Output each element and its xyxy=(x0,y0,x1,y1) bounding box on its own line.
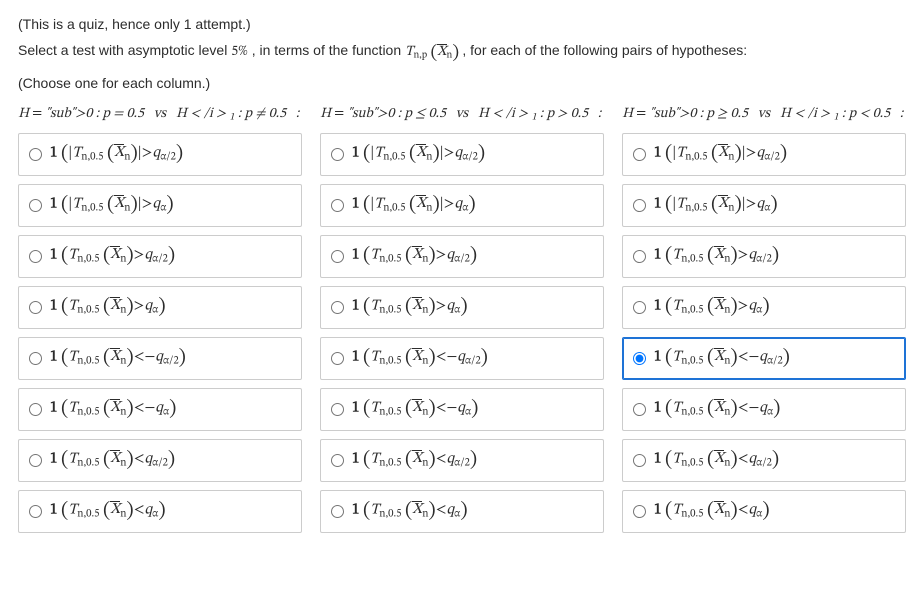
option-formula: 1 (|Tn,0.5 (Xn)|>qα) xyxy=(50,193,174,218)
option-c3-2[interactable]: 1 (Tn,0.5 (Xn)>qα/2) xyxy=(622,235,906,278)
option-formula: 1 (Tn,0.5 (Xn)<qα) xyxy=(654,499,770,524)
option-radio[interactable] xyxy=(331,403,344,416)
prompt-sep: , xyxy=(462,42,470,58)
option-radio[interactable] xyxy=(331,250,344,263)
option-formula: 1 (Tn,0.5 (Xn)<−qα/2) xyxy=(50,346,186,371)
option-c3-3[interactable]: 1 (Tn,0.5 (Xn)>qα) xyxy=(622,286,906,329)
option-c1-0[interactable]: 1 (|Tn,0.5 (Xn)|>qα/2) xyxy=(18,133,302,176)
option-c2-2[interactable]: 1 (Tn,0.5 (Xn)>qα/2) xyxy=(320,235,604,278)
option-radio[interactable] xyxy=(29,148,42,161)
option-radio[interactable] xyxy=(633,505,646,518)
option-formula: 1 (|Tn,0.5 (Xn)|>qα) xyxy=(352,193,476,218)
column-header: H = "sub">0 : p = 0.5 vs H < /i > 1 : p … xyxy=(18,105,302,125)
option-formula: 1 (Tn,0.5 (Xn)>qα/2) xyxy=(50,244,175,269)
option-formula: 1 (Tn,0.5 (Xn)>qα) xyxy=(50,295,166,320)
option-radio[interactable] xyxy=(633,403,646,416)
option-formula: 1 (Tn,0.5 (Xn)<qα) xyxy=(352,499,468,524)
option-formula: 1 (|Tn,0.5 (Xn)|>qα/2) xyxy=(352,142,485,167)
quiz-prompt: Select a test with asymptotic level 5% ,… xyxy=(18,42,906,65)
option-formula: 1 (Tn,0.5 (Xn)<−qα) xyxy=(352,397,478,422)
option-radio[interactable] xyxy=(633,199,646,212)
option-radio[interactable] xyxy=(29,352,42,365)
option-c3-4[interactable]: 1 (Tn,0.5 (Xn)<−qα/2) xyxy=(622,337,906,380)
option-radio[interactable] xyxy=(29,505,42,518)
option-formula: 1 (Tn,0.5 (Xn)>qα) xyxy=(352,295,468,320)
option-formula: 1 (Tn,0.5 (Xn)<−qα) xyxy=(654,397,780,422)
option-c2-3[interactable]: 1 (Tn,0.5 (Xn)>qα) xyxy=(320,286,604,329)
prompt-level: 5% xyxy=(231,45,248,59)
column-c3: H = "sub">0 : p ≥ 0.5 vs H < /i > 1 : p … xyxy=(622,101,906,541)
option-radio[interactable] xyxy=(29,199,42,212)
option-formula: 1 (|Tn,0.5 (Xn)|>qα/2) xyxy=(50,142,183,167)
func-T-sub: n,p xyxy=(413,51,427,61)
option-formula: 1 (Tn,0.5 (Xn)<qα/2) xyxy=(654,448,779,473)
option-c3-1[interactable]: 1 (|Tn,0.5 (Xn)|>qα) xyxy=(622,184,906,227)
option-radio[interactable] xyxy=(633,352,646,365)
option-radio[interactable] xyxy=(331,199,344,212)
column-c1: H = "sub">0 : p = 0.5 vs H < /i > 1 : p … xyxy=(18,101,302,541)
option-radio[interactable] xyxy=(633,250,646,263)
option-radio[interactable] xyxy=(29,454,42,467)
option-radio[interactable] xyxy=(331,454,344,467)
prompt-pre: Select a test with asymptotic level xyxy=(18,42,231,58)
option-c1-3[interactable]: 1 (Tn,0.5 (Xn)>qα) xyxy=(18,286,302,329)
option-c3-5[interactable]: 1 (Tn,0.5 (Xn)<−qα) xyxy=(622,388,906,431)
option-c1-6[interactable]: 1 (Tn,0.5 (Xn)<qα/2) xyxy=(18,439,302,482)
options-grid: H = "sub">0 : p = 0.5 vs H < /i > 1 : p … xyxy=(18,101,906,541)
column-c2: H = "sub">0 : p ≤ 0.5 vs H < /i > 1 : p … xyxy=(320,101,604,541)
option-c1-2[interactable]: 1 (Tn,0.5 (Xn)>qα/2) xyxy=(18,235,302,278)
option-c1-5[interactable]: 1 (Tn,0.5 (Xn)<−qα) xyxy=(18,388,302,431)
option-c1-4[interactable]: 1 (Tn,0.5 (Xn)<−qα/2) xyxy=(18,337,302,380)
option-formula: 1 (Tn,0.5 (Xn)>qα) xyxy=(654,295,770,320)
option-formula: 1 (Tn,0.5 (Xn)<−qα/2) xyxy=(352,346,488,371)
option-c2-7[interactable]: 1 (Tn,0.5 (Xn)<qα) xyxy=(320,490,604,533)
option-radio[interactable] xyxy=(331,301,344,314)
option-c1-7[interactable]: 1 (Tn,0.5 (Xn)<qα) xyxy=(18,490,302,533)
prompt-post: for each of the following pairs of hypot… xyxy=(470,42,747,58)
option-formula: 1 (Tn,0.5 (Xn)<qα) xyxy=(50,499,166,524)
option-c2-5[interactable]: 1 (Tn,0.5 (Xn)<−qα) xyxy=(320,388,604,431)
option-formula: 1 (|Tn,0.5 (Xn)|>qα/2) xyxy=(654,142,787,167)
quiz-note: (This is a quiz, hence only 1 attempt.) xyxy=(18,16,906,32)
option-c3-0[interactable]: 1 (|Tn,0.5 (Xn)|>qα/2) xyxy=(622,133,906,176)
option-c1-1[interactable]: 1 (|Tn,0.5 (Xn)|>qα) xyxy=(18,184,302,227)
option-radio[interactable] xyxy=(331,148,344,161)
option-c2-1[interactable]: 1 (|Tn,0.5 (Xn)|>qα) xyxy=(320,184,604,227)
option-formula: 1 (Tn,0.5 (Xn)>qα/2) xyxy=(654,244,779,269)
option-radio[interactable] xyxy=(29,403,42,416)
option-formula: 1 (Tn,0.5 (Xn)>qα/2) xyxy=(352,244,477,269)
option-formula: 1 (|Tn,0.5 (Xn)|>qα) xyxy=(654,193,778,218)
option-c3-6[interactable]: 1 (Tn,0.5 (Xn)<qα/2) xyxy=(622,439,906,482)
column-header: H = "sub">0 : p ≤ 0.5 vs H < /i > 1 : p … xyxy=(320,105,604,125)
option-radio[interactable] xyxy=(633,148,646,161)
option-radio[interactable] xyxy=(331,505,344,518)
column-header: H = "sub">0 : p ≥ 0.5 vs H < /i > 1 : p … xyxy=(622,105,906,125)
option-formula: 1 (Tn,0.5 (Xn)<qα/2) xyxy=(352,448,477,473)
option-radio[interactable] xyxy=(29,301,42,314)
option-radio[interactable] xyxy=(331,352,344,365)
option-formula: 1 (Tn,0.5 (Xn)<qα/2) xyxy=(50,448,175,473)
func-X: X xyxy=(437,45,446,59)
prompt-mid: , in terms of the function xyxy=(252,42,405,58)
prompt-func: Tn,p (Xn) xyxy=(405,45,462,59)
option-c2-6[interactable]: 1 (Tn,0.5 (Xn)<qα/2) xyxy=(320,439,604,482)
option-radio[interactable] xyxy=(633,454,646,467)
option-formula: 1 (Tn,0.5 (Xn)<−qα/2) xyxy=(654,346,790,371)
option-c2-0[interactable]: 1 (|Tn,0.5 (Xn)|>qα/2) xyxy=(320,133,604,176)
option-radio[interactable] xyxy=(29,250,42,263)
quiz-choose: (Choose one for each column.) xyxy=(18,75,906,91)
option-c3-7[interactable]: 1 (Tn,0.5 (Xn)<qα) xyxy=(622,490,906,533)
option-c2-4[interactable]: 1 (Tn,0.5 (Xn)<−qα/2) xyxy=(320,337,604,380)
option-formula: 1 (Tn,0.5 (Xn)<−qα) xyxy=(50,397,176,422)
option-radio[interactable] xyxy=(633,301,646,314)
